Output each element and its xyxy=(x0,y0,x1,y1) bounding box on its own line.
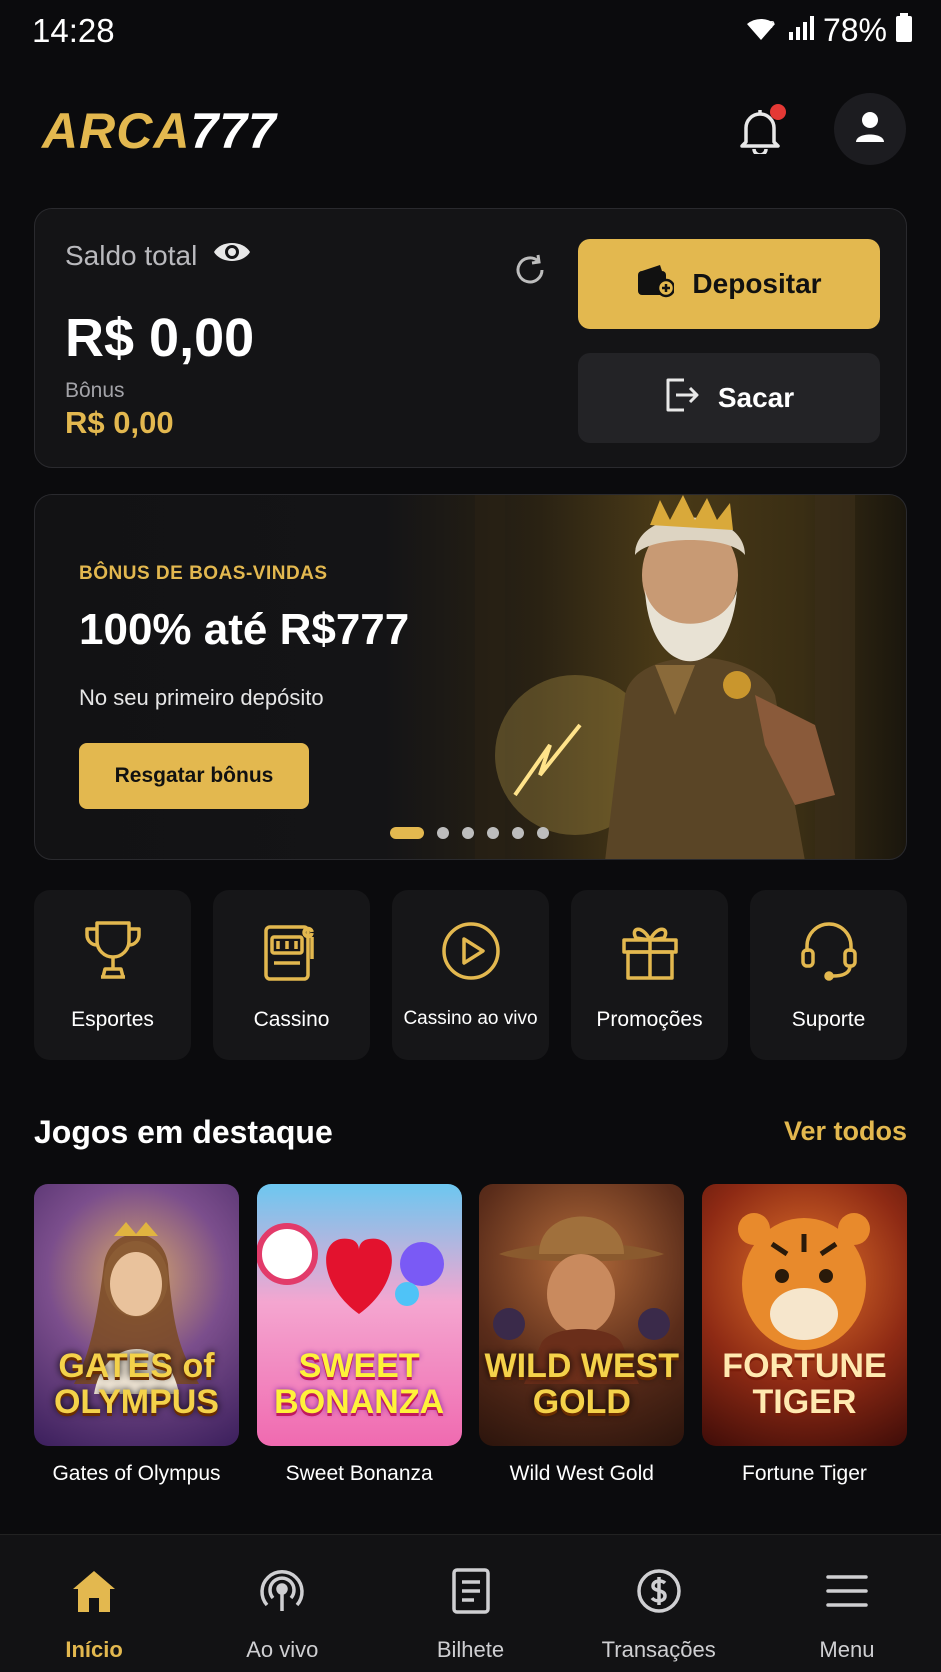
live-broadcast-icon xyxy=(188,1563,376,1619)
carousel-dot[interactable] xyxy=(390,827,424,839)
balance-value: R$ 0,00 xyxy=(65,308,255,368)
battery-icon xyxy=(895,13,913,48)
quick-nav-label: Promoções xyxy=(596,1008,703,1031)
ticket-icon xyxy=(376,1563,564,1619)
game-name: Sweet Bonanza xyxy=(285,1462,433,1485)
game-name: Gates of Olympus xyxy=(52,1462,221,1485)
balance-label-row: Saldo total xyxy=(65,239,251,272)
play-circle-icon xyxy=(392,918,549,984)
refresh-balance-button[interactable] xyxy=(505,247,555,297)
gift-icon xyxy=(571,918,728,984)
promo-banner[interactable]: BÔNUS DE BOAS-VINDAS 100% até R$777 No s… xyxy=(34,494,907,860)
wallet-add-icon xyxy=(636,264,676,305)
carousel-dot[interactable] xyxy=(487,827,499,839)
signal-icon xyxy=(787,14,815,47)
bonus-value: R$ 0,00 xyxy=(65,405,174,440)
app-header: ARCA777 xyxy=(0,82,941,178)
svg-text:?: ? xyxy=(769,20,775,31)
quick-nav-promotions[interactable]: Promoções xyxy=(571,890,728,1060)
balance-label: Saldo total xyxy=(65,239,198,271)
game-name: Wild West Gold xyxy=(509,1462,654,1485)
nav-home[interactable]: Início xyxy=(0,1535,188,1672)
game-card-sweet-bonanza[interactable]: SWEET BONANZA Sweet Bonanza xyxy=(256,1184,462,1494)
user-icon xyxy=(854,110,886,149)
carousel-dot[interactable] xyxy=(437,827,449,839)
quick-nav-label: Esportes xyxy=(71,1008,154,1031)
quick-nav: Esportes Cassino Cassino ao vivo Promoçõ… xyxy=(34,890,907,1060)
wifi-icon: ? xyxy=(743,14,779,47)
notification-badge xyxy=(770,104,786,120)
refresh-icon xyxy=(512,252,548,293)
battery-percentage: 78% xyxy=(822,12,887,48)
game-name: Fortune Tiger xyxy=(742,1462,867,1485)
exit-icon xyxy=(664,378,700,419)
quick-nav-label: Suporte xyxy=(791,1008,866,1031)
promo-title: 100% até R$777 xyxy=(79,605,410,654)
nav-ticket[interactable]: Bilhete xyxy=(376,1535,564,1672)
promo-subtitle: No seu primeiro depósito xyxy=(79,685,324,710)
quick-nav-live-casino[interactable]: Cassino ao vivo xyxy=(392,890,549,1060)
logo-text-arca: ARCA xyxy=(42,103,191,159)
game-art-title: WILD WEST GOLD xyxy=(484,1347,680,1421)
deposit-button[interactable]: Depositar xyxy=(578,239,880,329)
nav-label: Transações xyxy=(601,1637,716,1662)
profile-button[interactable] xyxy=(834,93,906,165)
notifications-button[interactable] xyxy=(728,100,792,164)
featured-games-title: Jogos em destaque xyxy=(34,1114,333,1150)
claim-bonus-button[interactable]: Resgatar bônus xyxy=(79,743,309,809)
game-thumbnail[interactable]: WILD WEST GOLD xyxy=(479,1184,685,1446)
nav-live[interactable]: Ao vivo xyxy=(188,1535,376,1672)
eye-icon[interactable] xyxy=(213,239,251,272)
quick-nav-casino[interactable]: Cassino xyxy=(213,890,370,1060)
quick-nav-support[interactable]: Suporte xyxy=(750,890,907,1060)
carousel-dot[interactable] xyxy=(512,827,524,839)
game-art-title: SWEET BONANZA xyxy=(274,1347,445,1421)
withdraw-button[interactable]: Sacar xyxy=(578,353,880,443)
quick-nav-label: Cassino ao vivo xyxy=(403,1008,538,1029)
carousel-dot[interactable] xyxy=(537,827,549,839)
bottom-navigation: Início Ao vivo Bilhete Transações Menu xyxy=(0,1534,941,1672)
game-art-title: GATES of OLYMPUS xyxy=(53,1347,219,1421)
headset-icon xyxy=(750,918,907,984)
game-thumbnail[interactable]: GATES of OLYMPUS xyxy=(34,1184,239,1446)
zeus-illustration xyxy=(475,495,855,859)
brand-logo[interactable]: ARCA777 xyxy=(42,102,277,160)
hamburger-menu-icon xyxy=(753,1563,941,1619)
withdraw-button-label: Sacar xyxy=(717,382,795,413)
game-thumbnail[interactable]: FORTUNE TIGER xyxy=(701,1184,907,1446)
nav-label: Menu xyxy=(819,1637,875,1662)
nav-label: Ao vivo xyxy=(246,1637,319,1662)
game-art-title: FORTUNE TIGER xyxy=(722,1347,887,1421)
promo-kicker: BÔNUS DE BOAS-VINDAS xyxy=(79,563,328,584)
status-time: 14:28 xyxy=(32,12,115,49)
balance-card: Saldo total R$ 0,00 Bônus R$ 0,00 Deposi… xyxy=(34,208,907,468)
quick-nav-label: Cassino xyxy=(253,1008,330,1031)
game-thumbnail[interactable]: SWEET BONANZA xyxy=(256,1184,462,1446)
game-card-fortune-tiger[interactable]: FORTUNE TIGER Fortune Tiger xyxy=(701,1184,907,1494)
nav-label: Bilhete xyxy=(436,1637,505,1662)
game-card-wild-west-gold[interactable]: WILD WEST GOLD Wild West Gold xyxy=(479,1184,685,1494)
quick-nav-sports[interactable]: Esportes xyxy=(34,890,191,1060)
slot-machine-icon xyxy=(213,918,370,984)
carousel-indicator xyxy=(390,827,549,839)
logo-text-777: 777 xyxy=(190,103,277,159)
featured-games-row: GATES of OLYMPUS Gates of Olympus SWEET … xyxy=(34,1184,907,1494)
home-icon xyxy=(0,1563,188,1619)
carousel-dot[interactable] xyxy=(462,827,474,839)
see-all-link[interactable]: Ver todos xyxy=(784,1116,907,1147)
dollar-circle-icon xyxy=(565,1563,753,1619)
nav-menu[interactable]: Menu xyxy=(753,1535,941,1672)
status-icons: ? 78% xyxy=(743,12,913,49)
status-bar: 14:28 ? 78% xyxy=(0,0,941,62)
nav-transactions[interactable]: Transações xyxy=(565,1535,753,1672)
bonus-label: Bônus xyxy=(65,379,125,402)
trophy-icon xyxy=(34,918,191,984)
deposit-button-label: Depositar xyxy=(692,268,822,299)
game-card-gates-of-olympus[interactable]: GATES of OLYMPUS Gates of Olympus xyxy=(34,1184,239,1494)
nav-label: Início xyxy=(65,1637,123,1662)
